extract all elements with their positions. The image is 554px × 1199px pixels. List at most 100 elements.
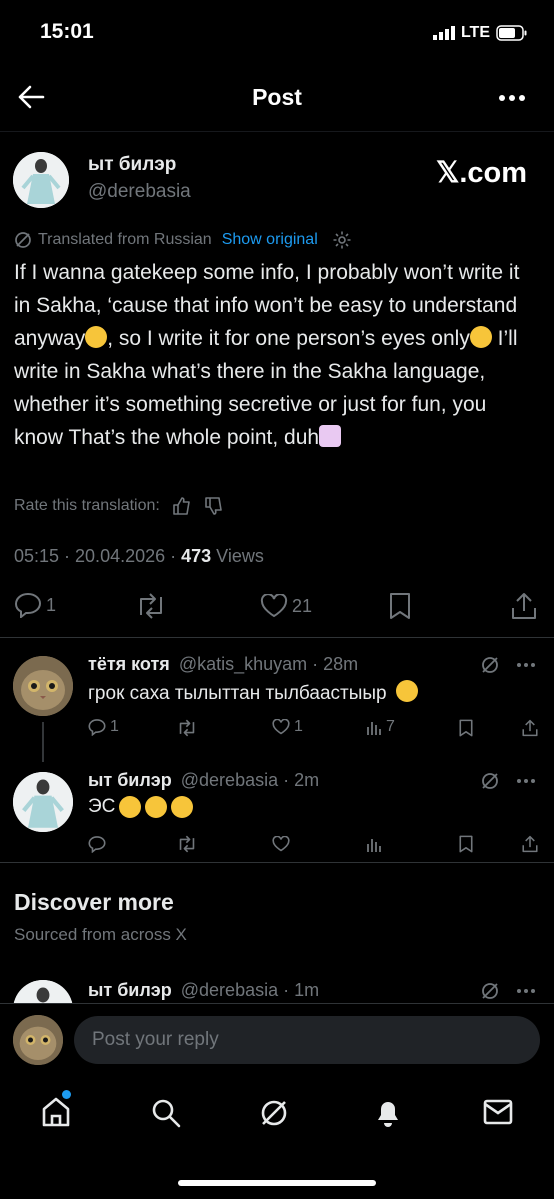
reply-1-view-count: 7 (386, 718, 395, 735)
reply-text-content: ЭС (88, 796, 116, 817)
search-icon[interactable] (150, 1097, 182, 1129)
reply-author-handle[interactable]: @derebasia · 2m (181, 770, 319, 790)
page-title: Post (252, 84, 302, 110)
battery-icon (496, 25, 527, 41)
author-handle[interactable]: @derebasia (88, 181, 191, 203)
bookmark-icon[interactable] (459, 719, 473, 737)
analytics-icon (367, 722, 381, 735)
notifications-bell-icon[interactable] (372, 1096, 404, 1128)
reply-input[interactable]: Post your reply (74, 1016, 540, 1064)
pensive-face-emoji-icon (395, 680, 418, 702)
crying-face-emoji-icon (171, 796, 194, 818)
status-indicators: LTE (432, 24, 528, 42)
xcom-badge: 𝕏.com (436, 157, 528, 189)
thumbs-down-icon[interactable] (204, 496, 224, 516)
post-timestamp: 05:15 · 20.04.2026 · (14, 546, 182, 566)
author-avatar[interactable] (13, 152, 69, 208)
reply-author-name[interactable]: тётя котя (88, 654, 170, 674)
reply-1-like-action[interactable]: 1 (272, 718, 303, 736)
rate-label: Rate this translation: (14, 497, 160, 514)
divider (0, 637, 554, 638)
share-icon[interactable] (522, 719, 538, 737)
discover-author-name[interactable]: ыт билэр (88, 980, 172, 1000)
grok-icon[interactable] (480, 981, 500, 1001)
network-label: LTE (460, 24, 490, 41)
messages-envelope-icon[interactable] (482, 1098, 514, 1126)
home-icon[interactable] (40, 1096, 72, 1128)
show-original-link[interactable]: Show original (222, 231, 318, 249)
analytics-icon[interactable] (366, 836, 382, 852)
more-options-icon[interactable] (498, 94, 526, 102)
divider (0, 862, 554, 863)
like-count: 21 (292, 595, 313, 616)
like-action[interactable]: 21 (260, 594, 312, 618)
repost-icon[interactable] (176, 835, 198, 853)
discover-more-icon[interactable] (516, 988, 536, 994)
thread-line (42, 722, 44, 762)
reply-1-views-action[interactable]: 7 (366, 718, 395, 736)
discover-author-handle[interactable]: @derebasia · 1m (181, 980, 319, 1000)
views-count: 473 (181, 546, 212, 566)
zany-face-emoji-icon (469, 326, 492, 348)
reply-avatar-cat[interactable] (13, 656, 73, 716)
discover-title: Discover more (14, 889, 174, 915)
composer-avatar (13, 1015, 63, 1065)
grok-translate-icon (15, 232, 31, 248)
bookmark-icon[interactable] (459, 835, 473, 853)
author-name[interactable]: ыт билэр (88, 154, 176, 176)
views-label: Views (211, 546, 264, 566)
repost-icon[interactable] (176, 719, 198, 737)
crying-face-emoji-icon (145, 796, 168, 818)
grok-icon[interactable] (480, 655, 500, 675)
reply-avatar-author[interactable] (13, 772, 73, 832)
reply-bubble-icon[interactable] (88, 835, 106, 853)
post-text: If I wanna gatekeep some info, I probabl… (14, 256, 539, 454)
reply-text-content: грок саха тылыттан тылбаастыыр (88, 683, 387, 704)
notification-dot (62, 1090, 71, 1099)
status-time: 15:01 (40, 20, 94, 43)
reply-action[interactable]: 1 (14, 592, 56, 618)
reply-author-name[interactable]: ыт билэр (88, 770, 172, 790)
reply-more-icon[interactable] (516, 662, 536, 668)
reply-bubble-icon (88, 719, 106, 736)
heart-icon (272, 719, 290, 735)
share-icon[interactable] (522, 835, 538, 853)
post-meta: 05:15 · 20.04.2026 · 473 Views (14, 546, 264, 567)
reply-more-icon[interactable] (516, 778, 536, 784)
grok-icon[interactable] (480, 771, 500, 791)
share-icon[interactable] (511, 592, 537, 620)
reply-text: ЭС (88, 796, 194, 818)
heart-icon[interactable] (272, 836, 290, 852)
thumbs-up-icon[interactable] (172, 496, 192, 516)
crying-face-emoji-icon (119, 796, 142, 818)
rate-translation-bar: Rate this translation: (14, 496, 224, 516)
reply-count: 1 (46, 594, 57, 615)
signal-icon (432, 26, 455, 40)
reply-1-reply-action[interactable]: 1 (88, 718, 119, 736)
settings-gear-icon[interactable] (332, 230, 352, 250)
reply-bubble-icon (14, 592, 42, 618)
translated-label: Translated from Russian (38, 231, 212, 248)
grok-icon[interactable] (258, 1097, 290, 1129)
reply-author-handle[interactable]: @katis_khuyam · 28m (179, 654, 358, 674)
reply-header: тётя котя @katis_khuyam · 28m (88, 654, 358, 675)
reply-input-placeholder: Post your reply (92, 1029, 219, 1050)
discover-subtitle: Sourced from across X (14, 925, 187, 944)
cat-avatar-icon (13, 656, 73, 716)
discover-post-header: ыт билэр @derebasia · 1m (88, 980, 319, 1001)
post-text-part-2: , so I write it for one person’s eyes on… (107, 327, 470, 350)
reply-header: ыт билэр @derebasia · 2m (88, 770, 319, 791)
reply-1-like-count: 1 (294, 718, 303, 735)
heart-icon (260, 594, 288, 618)
nail-polish-emoji-icon (319, 425, 342, 447)
reply-text: грок саха тылыттан тылбаастыыр (88, 680, 418, 705)
squinting-tongue-emoji-icon (85, 326, 108, 348)
translation-bar: Translated from Russian Show original (14, 230, 352, 250)
reply-1-reply-count: 1 (110, 718, 119, 735)
bookmark-icon[interactable] (389, 592, 411, 620)
avatar-figure-icon (13, 772, 73, 832)
avatar-figure-icon (13, 152, 69, 208)
repost-icon[interactable] (134, 593, 168, 619)
cat-avatar-icon (13, 1015, 63, 1065)
home-indicator (178, 1180, 376, 1186)
